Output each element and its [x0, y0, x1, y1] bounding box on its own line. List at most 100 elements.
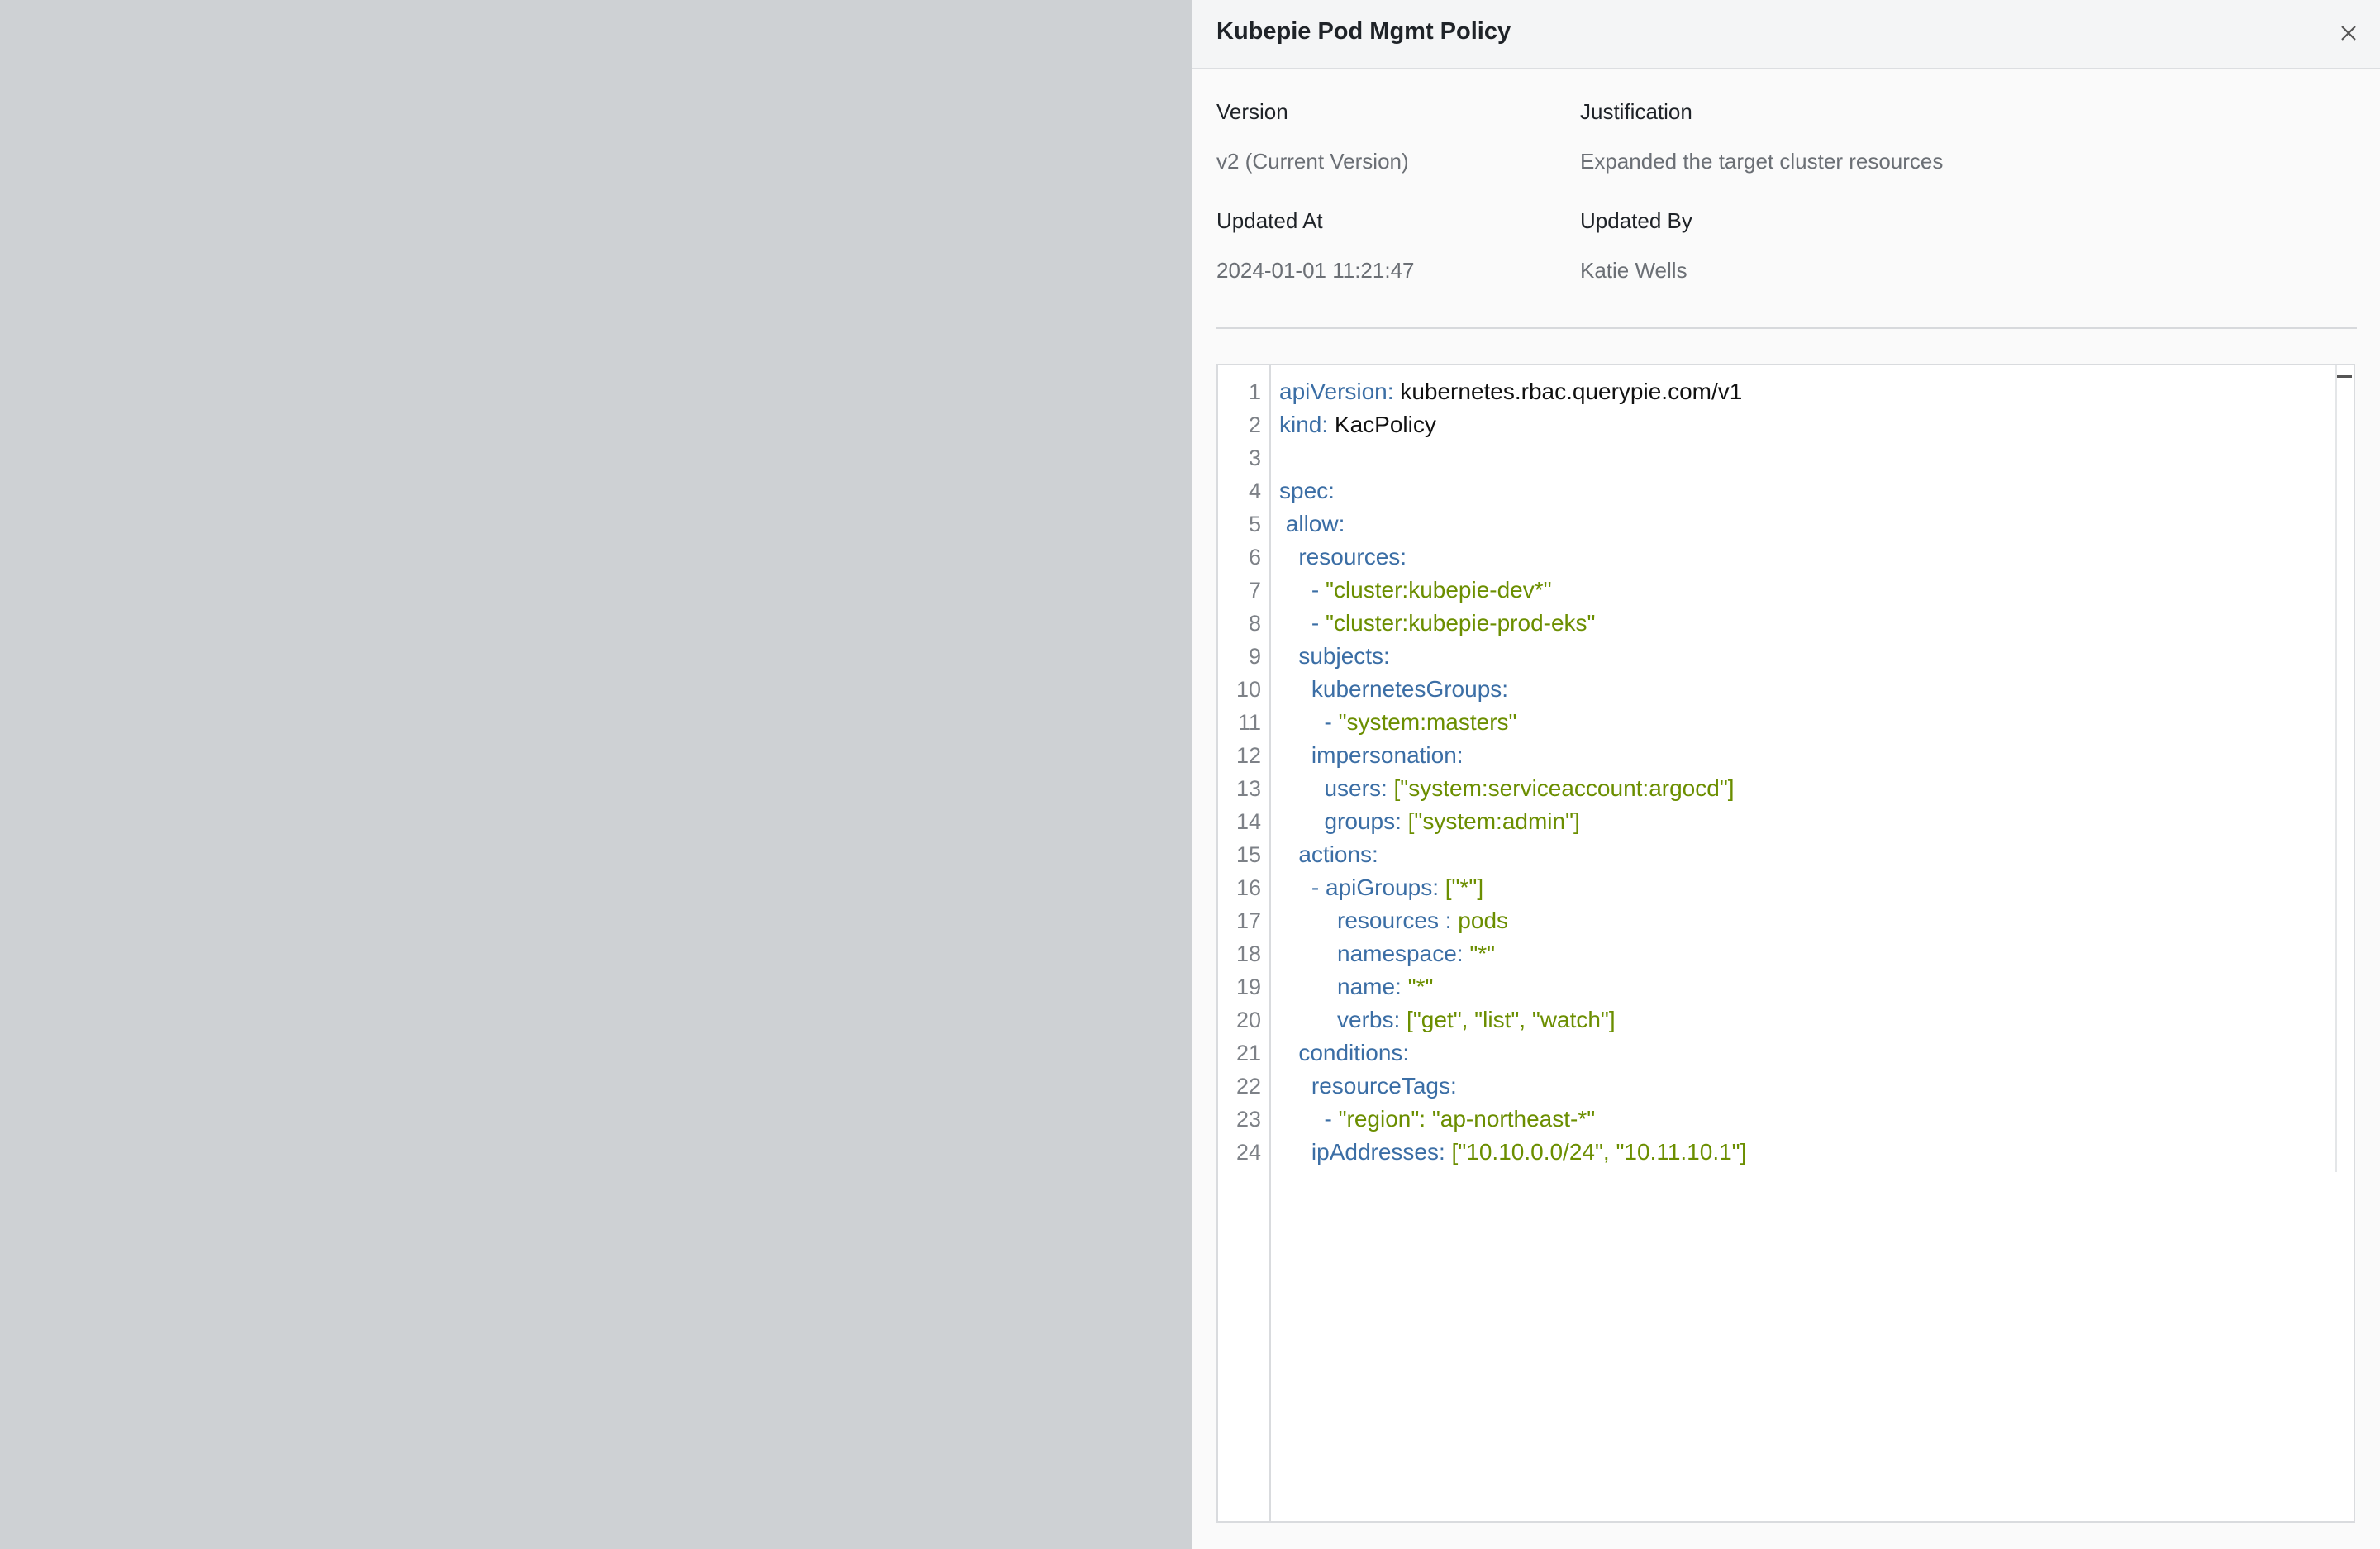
- code-line[interactable]: - "cluster:kubepie-dev*": [1279, 574, 1552, 607]
- modal-overlay[interactable]: [0, 0, 1192, 1549]
- code-key: impersonation:: [1311, 742, 1464, 768]
- code-line[interactable]: apiVersion: kubernetes.rbac.querypie.com…: [1279, 375, 1742, 408]
- code-value: "cluster:kubepie-dev*": [1326, 577, 1552, 603]
- code-key: -: [1311, 610, 1326, 636]
- code-line[interactable]: resources : pods: [1279, 904, 1508, 937]
- code-line[interactable]: conditions:: [1279, 1037, 1409, 1070]
- code-line[interactable]: resourceTags:: [1279, 1070, 1457, 1103]
- line-number: 23: [1235, 1107, 1261, 1132]
- code-key: actions:: [1298, 841, 1378, 867]
- code-value: ["system:admin"]: [1401, 808, 1580, 834]
- code-key: verbs:: [1337, 1007, 1401, 1032]
- code-line[interactable]: resources:: [1279, 541, 1407, 574]
- line-number-gutter: 1 2 3 4 5 6 7 8 9 10 11 12 13 14 15 16 17 18 19 20 21 22 23 24: [1218, 365, 1271, 1521]
- code-line[interactable]: subjects:: [1279, 640, 1390, 673]
- code-line[interactable]: verbs: ["get", "list", "watch"]: [1279, 1003, 1616, 1037]
- code-key: subjects:: [1298, 643, 1390, 669]
- code-line[interactable]: impersonation:: [1279, 739, 1464, 772]
- line-number: 11: [1237, 710, 1261, 735]
- code-key: conditions:: [1298, 1040, 1410, 1065]
- code-line[interactable]: kind: KacPolicy: [1279, 408, 1436, 441]
- code-key: namespace:: [1337, 941, 1464, 966]
- drawer-header: Kubepie Pod Mgmt Policy: [1192, 0, 2380, 69]
- code-key: groups:: [1324, 808, 1402, 834]
- code-value: "region": "ap-northeast-*": [1338, 1106, 1596, 1132]
- code-value: ["system:serviceaccount:argocd"]: [1387, 775, 1735, 801]
- policy-drawer: Kubepie Pod Mgmt Policy Version v2 (Curr…: [1192, 0, 2380, 1549]
- code-value: "cluster:kubepie-prod-eks": [1326, 610, 1596, 636]
- updated-by-value: Katie Wells: [1580, 258, 1687, 283]
- code-line[interactable]: groups: ["system:admin"]: [1279, 805, 1580, 838]
- line-number: 20: [1235, 1008, 1261, 1032]
- line-number: 16: [1235, 875, 1261, 900]
- line-number: 15: [1235, 842, 1261, 867]
- editor-scrollbar[interactable]: [2335, 365, 2354, 1172]
- line-number: 5: [1248, 512, 1261, 536]
- version-value: v2 (Current Version): [1216, 149, 1409, 174]
- code-editor[interactable]: 1 2 3 4 5 6 7 8 9 10 11 12 13 14 15 16 17 18 19 20 21 22 23 24 …: [1216, 364, 2355, 1523]
- line-number: 8: [1248, 611, 1261, 636]
- scrollbar-thumb[interactable]: [2337, 375, 2352, 378]
- code-key: spec:: [1279, 478, 1335, 503]
- code-line[interactable]: allow:: [1279, 508, 1345, 541]
- code-key: apiVersion:: [1279, 379, 1394, 404]
- code-line[interactable]: kubernetesGroups:: [1279, 673, 1508, 706]
- code-key: kubernetesGroups:: [1311, 676, 1509, 702]
- code-key: kind:: [1279, 412, 1329, 437]
- section-divider: [1216, 327, 2357, 329]
- code-value: pods: [1451, 908, 1509, 933]
- line-number: 17: [1235, 908, 1261, 933]
- updated-at-label: Updated At: [1216, 208, 1323, 233]
- code-key: resourceTags:: [1311, 1073, 1457, 1099]
- line-number: 7: [1248, 578, 1261, 603]
- updated-by-label: Updated By: [1580, 208, 1692, 233]
- line-number: 22: [1235, 1074, 1261, 1099]
- code-value: "system:masters": [1338, 709, 1517, 735]
- code-line[interactable]: ipAddresses: ["10.10.0.0/24", "10.11.10.…: [1279, 1136, 1747, 1169]
- code-line[interactable]: spec:: [1279, 474, 1335, 508]
- justification-label: Justification: [1580, 99, 1692, 124]
- line-number: 6: [1248, 545, 1261, 570]
- code-line[interactable]: users: ["system:serviceaccount:argocd"]: [1279, 772, 1735, 805]
- code-line[interactable]: namespace: "*": [1279, 937, 1495, 970]
- line-number: 13: [1235, 776, 1261, 801]
- code-line[interactable]: actions:: [1279, 838, 1378, 871]
- updated-at-value: 2024-01-01 11:21:47: [1216, 258, 1415, 283]
- code-line[interactable]: - apiGroups: ["*"]: [1279, 871, 1483, 904]
- code-line[interactable]: - "system:masters": [1279, 706, 1516, 739]
- code-key: name:: [1337, 974, 1402, 999]
- code-key: -: [1324, 709, 1339, 735]
- drawer-title: Kubepie Pod Mgmt Policy: [1216, 18, 1511, 45]
- line-number: 19: [1235, 975, 1261, 999]
- code-value: ["*"]: [1438, 875, 1484, 900]
- line-number: 18: [1235, 941, 1261, 966]
- code-value: ["10.10.0.0/24", "10.11.10.1"]: [1445, 1139, 1747, 1165]
- close-button[interactable]: [2332, 17, 2365, 50]
- code-line[interactable]: name: "*": [1279, 970, 1433, 1003]
- line-number: 1: [1248, 379, 1261, 404]
- line-number: 10: [1235, 677, 1261, 702]
- code-key: resources:: [1298, 544, 1407, 570]
- code-line[interactable]: - "cluster:kubepie-prod-eks": [1279, 607, 1596, 640]
- code-key: - apiGroups:: [1311, 875, 1439, 900]
- code-line[interactable]: - "region": "ap-northeast-*": [1279, 1103, 1595, 1136]
- line-number: 21: [1235, 1041, 1261, 1065]
- line-number: 2: [1248, 412, 1261, 437]
- version-label: Version: [1216, 99, 1288, 124]
- justification-value: Expanded the target cluster resources: [1580, 149, 1944, 174]
- code-value: ["get", "list", "watch"]: [1400, 1007, 1616, 1032]
- code-key: ipAddresses:: [1311, 1139, 1445, 1165]
- code-key: resources :: [1337, 908, 1452, 933]
